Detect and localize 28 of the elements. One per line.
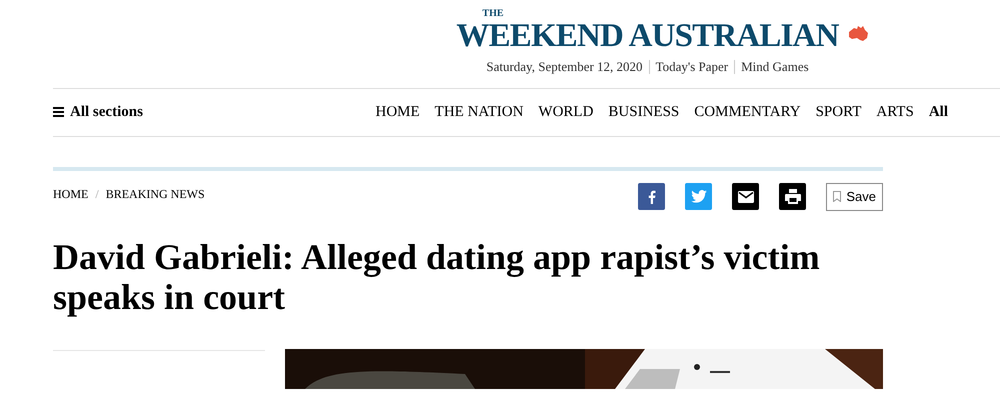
nav-link[interactable]: HOME (376, 100, 420, 124)
bookmark-icon (833, 191, 842, 202)
all-sections-button[interactable]: All sections (53, 100, 143, 124)
nav-link[interactable]: ARTS (876, 100, 914, 124)
nav-link[interactable]: BUSINESS (608, 100, 680, 124)
printer-icon (784, 189, 801, 204)
date-text: Saturday, September 12, 2020 (486, 58, 643, 76)
menu-icon (53, 107, 64, 117)
nav-link[interactable]: COMMENTARY (694, 100, 801, 124)
facebook-icon (648, 190, 656, 204)
logo-wordmark: WEEKEND AUSTRALIAN (456, 19, 839, 53)
breadcrumb-separator: / (95, 186, 99, 202)
nav-link[interactable]: WORLD (538, 100, 594, 124)
masthead-link[interactable]: Mind Games (741, 57, 809, 76)
nav-link[interactable]: THE NATION (434, 100, 524, 124)
nav-link[interactable]: All (928, 100, 948, 124)
share-button[interactable] (732, 183, 760, 210)
nav-link[interactable]: SPORT (816, 100, 862, 124)
share-button[interactable] (779, 183, 806, 210)
breadcrumb-link[interactable]: BREAKING NEWS (106, 184, 205, 202)
breadcrumb-link[interactable]: HOME (53, 184, 88, 202)
share-button[interactable] (638, 183, 666, 210)
masthead-link[interactable]: Today's Paper (656, 57, 728, 76)
article-headline: David Gabrieli: Alleged dating app rapist’s victim speaks in court (53, 236, 821, 316)
save-button[interactable]: Save (826, 182, 883, 210)
envelope-icon (738, 190, 754, 202)
logo-prefix: THE (482, 9, 504, 19)
bird-icon (690, 190, 707, 203)
